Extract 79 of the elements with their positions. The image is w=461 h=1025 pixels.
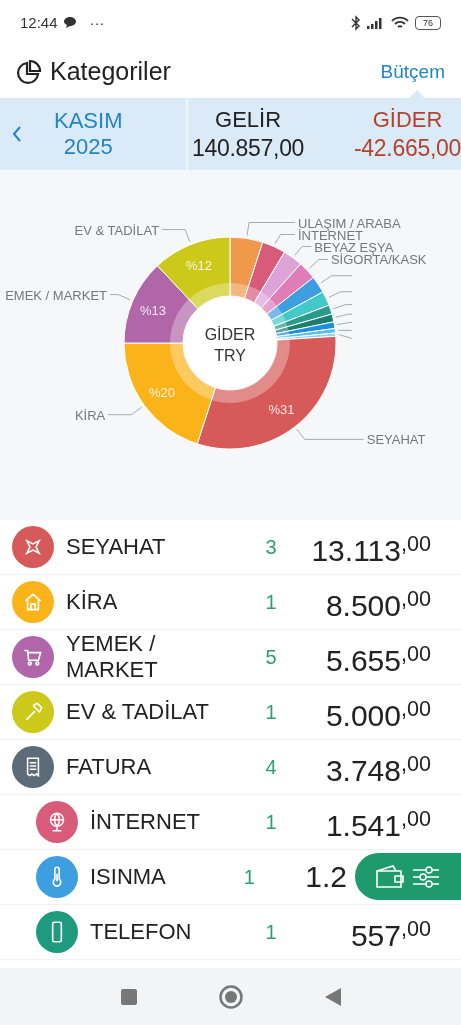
- back-button[interactable]: [323, 986, 342, 1007]
- category-name: SEYAHAT: [66, 534, 167, 560]
- slice-label: EV & TADİLAT: [74, 222, 160, 238]
- percent-label: %20: [149, 385, 176, 401]
- category-amount: 1.541$^{,00}$: [324, 804, 431, 843]
- leader-line: [338, 333, 353, 339]
- receipt-icon: [26, 757, 40, 778]
- sliders-icon: [411, 864, 441, 889]
- transaction-count: 5: [264, 645, 278, 670]
- leader-line: [328, 291, 353, 298]
- category-amount: 8.500$^{,00}$: [324, 584, 431, 623]
- category-amount: 5.655$^{,00}$: [324, 639, 431, 678]
- percent-label: %31: [268, 402, 295, 418]
- budget-link[interactable]: Bütçem: [380, 58, 445, 85]
- category-name: KİRA: [66, 589, 119, 615]
- month-label: KASIM: [54, 108, 123, 134]
- category-amount: 13.113$^{,00}$: [310, 529, 431, 568]
- percent-label: %13: [139, 302, 166, 318]
- leader-line: [335, 313, 353, 318]
- transaction-count: 1: [242, 865, 256, 890]
- category-name: EV & TADİLAT: [66, 699, 211, 725]
- transaction-count: 1: [264, 920, 278, 945]
- signal-icon: [367, 16, 385, 29]
- cart-icon: [23, 649, 42, 666]
- chart-center-label: GİDER: [204, 326, 256, 343]
- slice-label: KİRA: [74, 407, 106, 423]
- budget-settings-button[interactable]: [355, 853, 461, 900]
- slice-label: BEYAZ EŞYA: [314, 239, 394, 255]
- category-amount: 3.748$^{,00}$: [324, 749, 431, 788]
- percent-label: %12: [186, 257, 213, 273]
- leader-line: [296, 428, 365, 440]
- category-name: TELEFON: [90, 919, 193, 945]
- slice-label: SİGORTA/KASK: [330, 252, 427, 268]
- more-notifications: ···: [89, 14, 105, 31]
- recents-button[interactable]: [119, 987, 138, 1006]
- transaction-count: 3: [264, 535, 278, 560]
- phone-icon: [51, 921, 63, 943]
- slice-label: SEYAHAT: [366, 432, 426, 448]
- chart-center-label: TRY: [214, 347, 246, 364]
- message-icon: [63, 17, 76, 28]
- page-title: Kategoriler: [50, 57, 171, 86]
- home-button[interactable]: [217, 983, 244, 1010]
- category-amount: 1.2: [305, 860, 347, 894]
- total-amount: -42.665,00: [354, 134, 461, 162]
- house-icon: [24, 593, 42, 611]
- slice-label: ULAŞIM / ARABA: [298, 215, 401, 231]
- wifi-icon: [391, 15, 409, 30]
- clock: 12:44: [20, 14, 58, 31]
- globe-icon: [49, 812, 65, 832]
- transaction-count: 1: [264, 590, 278, 615]
- leader-line: [336, 321, 353, 326]
- year-label: 2025: [63, 134, 113, 160]
- category-name: FATURA: [66, 754, 153, 780]
- total-label: GİDER: [372, 106, 443, 134]
- leader-line: [107, 406, 143, 416]
- transaction-count: 1: [264, 700, 278, 725]
- hammer-icon: [25, 702, 43, 721]
- leader-line: [109, 294, 131, 301]
- leader-line: [161, 229, 191, 243]
- battery-indicator: 76: [415, 15, 441, 30]
- wallet-icon: [375, 864, 405, 889]
- leader-line: [337, 329, 353, 331]
- leader-line: [308, 259, 329, 269]
- thermometer-icon: [52, 866, 62, 887]
- total-amount: 140.857,00: [192, 134, 305, 162]
- category-amount: 5.000$^{,00}$: [324, 694, 431, 733]
- leader-line: [294, 246, 312, 256]
- leader-line: [332, 304, 353, 310]
- slice-label: EMEK / MARKET: [5, 287, 107, 303]
- category-name: ISINMA: [90, 864, 167, 890]
- transaction-count: 4: [264, 755, 278, 780]
- leader-line: [320, 275, 353, 284]
- category-amount: 557$^{,00}$: [349, 914, 431, 953]
- category-name: İNTERNET: [90, 809, 201, 835]
- total-label: GELİR: [215, 106, 282, 134]
- category-name: YEMEK / MARKET: [66, 631, 159, 683]
- bluetooth-icon: [351, 14, 361, 31]
- pie-chart-icon: [16, 58, 42, 85]
- transaction-count: 1: [264, 810, 278, 835]
